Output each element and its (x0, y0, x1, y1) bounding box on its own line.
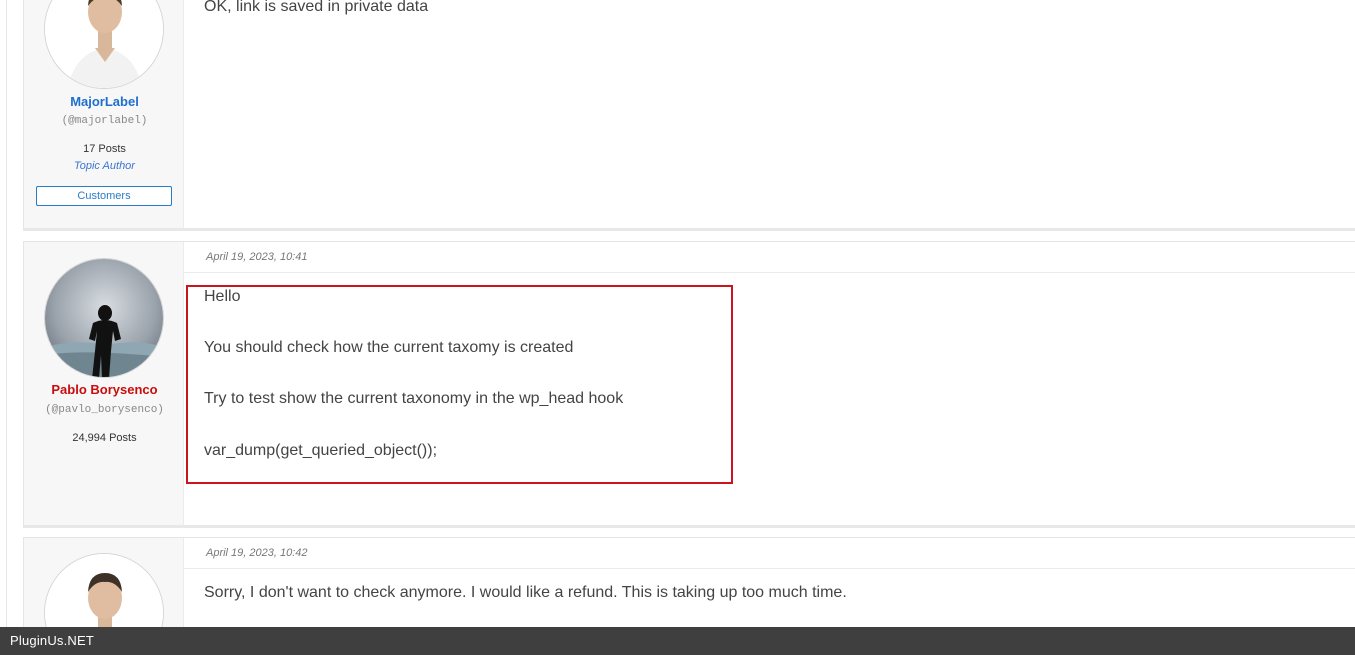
highlight-annotation-box (186, 285, 733, 484)
page-left-rail (6, 0, 7, 655)
forum-reply: MajorLabel (@majorlabel) 17 Posts Topic … (23, 0, 1355, 231)
date-divider (184, 272, 1355, 273)
footer-brand[interactable]: PluginUs.NET (10, 633, 94, 648)
reply-date: April 19, 2023, 10:42 (206, 547, 308, 559)
author-name[interactable]: Pablo Borysenco (24, 382, 185, 397)
author-column: MajorLabel (@majorlabel) 17 Posts Topic … (23, 0, 184, 228)
author-avatar[interactable] (44, 0, 164, 89)
footer-bar: PluginUs.NET (0, 627, 1355, 655)
author-name[interactable]: MajorLabel (24, 94, 185, 109)
date-divider (184, 568, 1355, 569)
message-line: OK, link is saved in private data (204, 0, 429, 15)
message-line: Sorry, I don't want to check anymore. I … (204, 584, 847, 601)
author-role-label: Topic Author (74, 160, 135, 172)
author-handle: (@majorlabel) (61, 115, 148, 127)
author-handle: (@pavlo_borysenco) (45, 404, 164, 416)
author-column: Pablo Borysenco (@pavlo_borysenco) 24,99… (23, 242, 184, 525)
author-post-count: 17 Posts (83, 143, 126, 155)
author-post-count: 24,994 Posts (72, 432, 137, 444)
author-avatar[interactable] (44, 258, 164, 378)
customers-badge[interactable]: Customers (36, 186, 172, 206)
reply-content: OK, link is saved in private data (184, 0, 1355, 228)
reply-date: April 19, 2023, 10:41 (206, 251, 308, 263)
